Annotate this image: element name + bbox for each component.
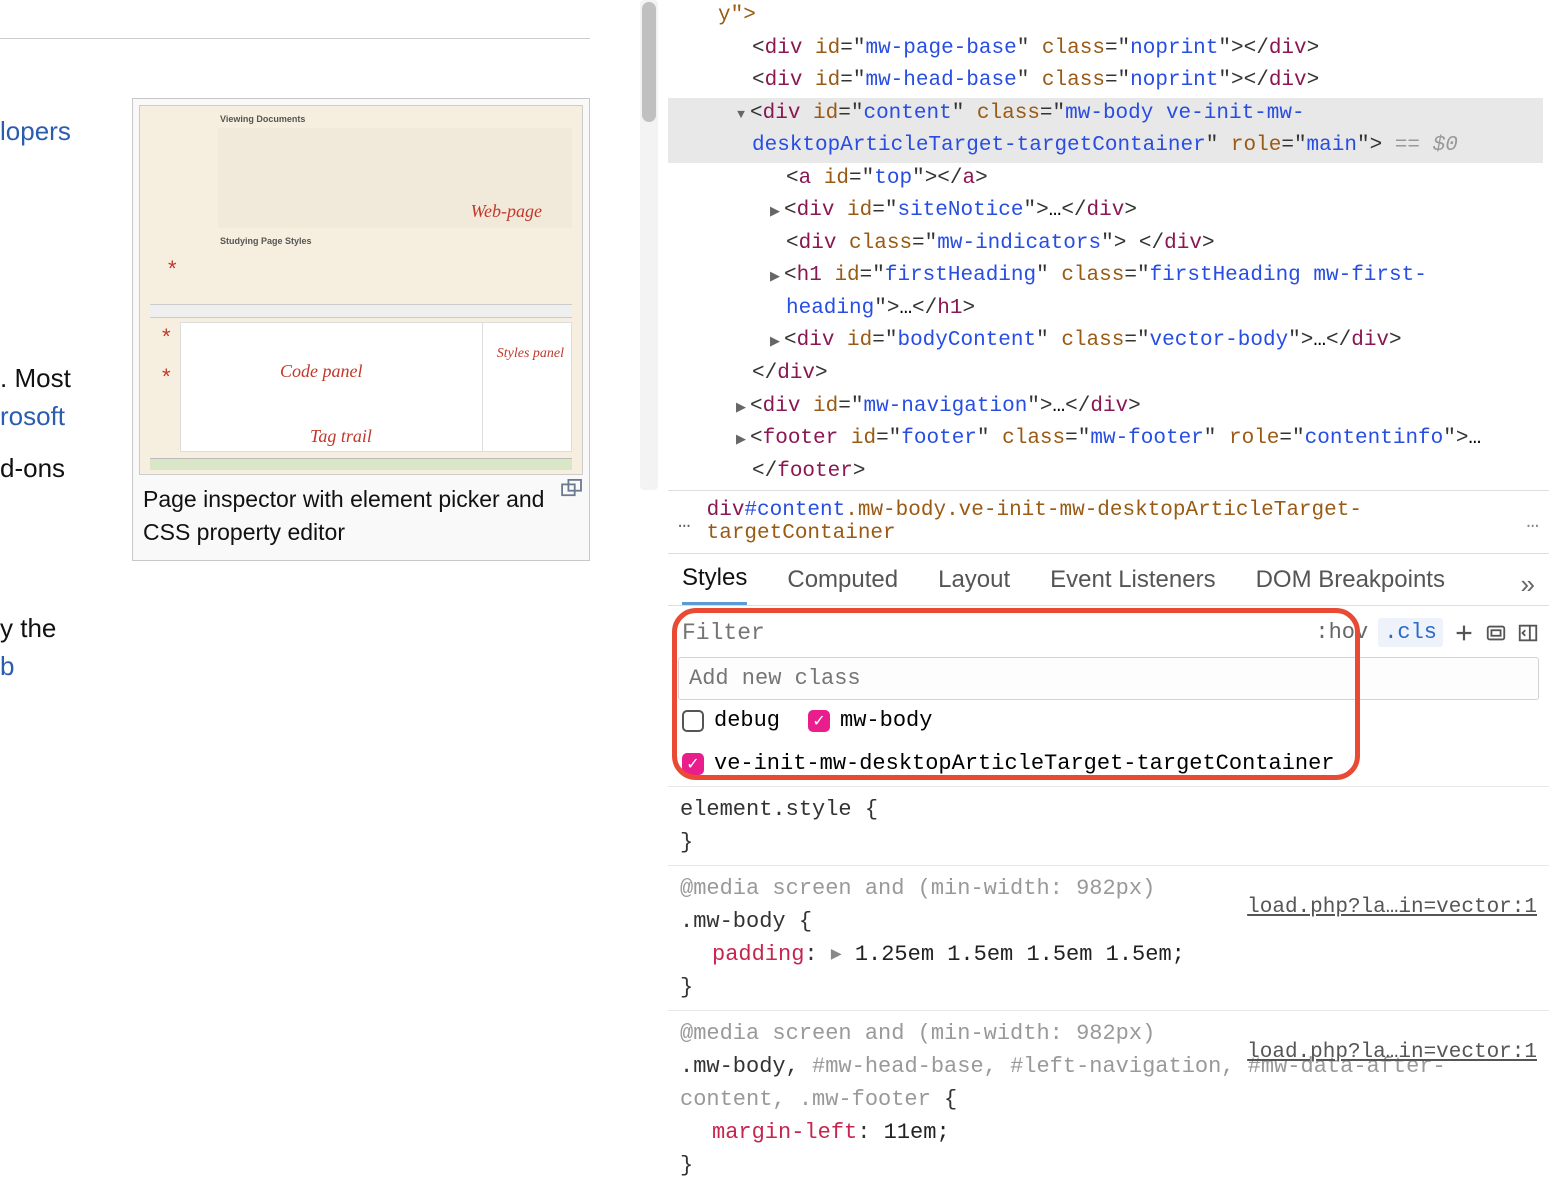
thumbnail-image[interactable]: Viewing Documents Web-page Studying Page…: [139, 105, 583, 475]
article-pane: lopers . Most rosoft d-ons y the b Viewi…: [0, 0, 600, 1131]
styles-filter-row: :hov .cls: [668, 612, 1549, 653]
rule-source-link[interactable]: load.php?la…in=vector:1: [1247, 892, 1537, 924]
styles-tabstrip: Styles Computed Layout Event Listeners D…: [668, 554, 1549, 606]
disclosure-triangle-icon[interactable]: [734, 98, 748, 131]
dom-node[interactable]: <div id="mw-page-base" class="noprint"><…: [668, 33, 1543, 66]
thumb-label-webpage: Web-page: [471, 201, 542, 222]
css-rule[interactable]: load.php?la…in=vector:1@media screen and…: [668, 1010, 1549, 1188]
dom-node[interactable]: <div class="mw-indicators"> </div>: [668, 228, 1543, 261]
scrollbar[interactable]: [640, 0, 658, 490]
shorthand-expand-icon[interactable]: ▶: [831, 945, 842, 966]
thumb-label-stylespanel: Styles panel: [497, 346, 564, 361]
thumb-heading: Studying Page Styles: [220, 236, 312, 247]
tab-event-listeners[interactable]: Event Listeners: [1050, 566, 1215, 604]
dom-node[interactable]: <div id="siteNotice">…</div>: [668, 195, 1543, 228]
css-rule[interactable]: load.php?la…in=vector:1@media screen and…: [668, 865, 1549, 1010]
new-rule-icon[interactable]: [1453, 622, 1475, 644]
breadcrumb-selected[interactable]: div#content.mw-body.ve-init-mw-desktopAr…: [707, 499, 1513, 545]
link-rosoft[interactable]: rosoft: [0, 401, 65, 432]
dom-node[interactable]: </div>: [668, 358, 1543, 391]
computed-layout-icon[interactable]: [1485, 622, 1507, 644]
add-class-row: [678, 657, 1539, 700]
css-rules: element.style {}load.php?la…in=vector:1@…: [668, 786, 1549, 1188]
cls-toggle[interactable]: .cls: [1378, 618, 1443, 647]
asterisk-icon: *: [168, 256, 177, 282]
class-checkboxes: debug ✓ mw-body ✓ ve-init-mw-desktopArticleT…: [668, 704, 1549, 786]
class-checkbox[interactable]: debug: [682, 708, 780, 733]
disclosure-triangle-icon[interactable]: [768, 260, 782, 293]
dom-node[interactable]: <div id="mw-navigation">…</div>: [668, 391, 1543, 424]
dom-node[interactable]: <footer id="footer" class="mw-footer" ro…: [668, 423, 1543, 488]
breadcrumb-id: #content: [744, 499, 845, 522]
sidebar-toggle-icon[interactable]: [1517, 622, 1539, 644]
checkbox-label: debug: [714, 708, 780, 733]
dom-node[interactable]: <a id="top"></a>: [668, 163, 1543, 196]
asterisk-icon: *: [162, 324, 171, 350]
hov-toggle[interactable]: :hov: [1315, 620, 1368, 645]
disclosure-triangle-icon[interactable]: [734, 423, 748, 456]
checkbox-label: ve-init-mw-desktopArticleTarget-targetCo…: [714, 751, 1335, 776]
rule-selector[interactable]: element.style {: [680, 793, 1537, 826]
disclosure-triangle-icon[interactable]: [768, 325, 782, 358]
css-declaration[interactable]: padding: ▶ 1.25em 1.5em 1.5em 1.5em;: [680, 938, 1537, 971]
css-declaration[interactable]: margin-left: 11em;: [680, 1116, 1537, 1149]
dom-node[interactable]: <h1 id="firstHeading" class="firstHeadin…: [668, 260, 1543, 325]
tab-layout[interactable]: Layout: [938, 566, 1010, 604]
link-web[interactable]: b: [0, 651, 14, 682]
thumb-label-codepanel: Code panel: [280, 361, 363, 382]
tab-computed[interactable]: Computed: [787, 566, 898, 604]
checkbox-unchecked-icon[interactable]: [682, 710, 704, 732]
breadcrumb-tag: div: [707, 499, 745, 522]
thumb-styles-panel: [482, 322, 572, 452]
tab-styles[interactable]: Styles: [682, 564, 747, 605]
dom-fragment: y">: [718, 4, 756, 27]
thumb-toolbar: [150, 304, 572, 318]
styles-filter-input[interactable]: [682, 620, 989, 646]
article-fragment: y the: [0, 606, 56, 650]
breadcrumb-overflow-right[interactable]: …: [1526, 511, 1539, 534]
checkbox-checked-icon[interactable]: ✓: [808, 710, 830, 732]
breadcrumb-bar[interactable]: … div#content.mw-body.ve-init-mw-desktop…: [668, 490, 1549, 554]
checkbox-checked-icon[interactable]: ✓: [682, 753, 704, 775]
scrollbar-thumb[interactable]: [642, 2, 656, 122]
article-fragment: . Most: [0, 356, 71, 400]
checkbox-label: mw-body: [840, 708, 932, 733]
add-class-input[interactable]: [679, 658, 1538, 699]
thumb-statusbar: [150, 458, 572, 470]
enlarge-icon[interactable]: [561, 479, 583, 502]
link-developers[interactable]: lopers: [0, 116, 71, 147]
class-checkbox[interactable]: ✓ mw-body: [808, 708, 932, 733]
thumbnail-caption: Page inspector with element picker and C…: [139, 475, 583, 554]
dom-node[interactable]: …<div id="content" class="mw-body ve-ini…: [668, 98, 1543, 163]
article-fragment: d-ons: [0, 446, 65, 490]
styles-pane: :hov .cls debug ✓ mw-body ✓ ve-init-mw-deskt…: [668, 606, 1549, 1188]
disclosure-triangle-icon[interactable]: [734, 391, 748, 424]
tabs-overflow-icon[interactable]: »: [1521, 569, 1535, 600]
class-checkbox[interactable]: ✓ ve-init-mw-desktopArticleTarget-targetC…: [682, 751, 1335, 776]
dom-tree[interactable]: y"> <div id="mw-page-base" class="noprin…: [668, 0, 1549, 490]
asterisk-icon: *: [162, 364, 171, 390]
section-rule: [0, 38, 590, 39]
tab-dom-breakpoints[interactable]: DOM Breakpoints: [1256, 566, 1445, 604]
disclosure-triangle-icon[interactable]: [768, 195, 782, 228]
breadcrumb-overflow[interactable]: …: [678, 511, 693, 534]
thumb-label-tagtrail: Tag trail: [310, 426, 372, 447]
thumb-heading: Viewing Documents: [220, 114, 305, 125]
rule-source-link[interactable]: load.php?la…in=vector:1: [1247, 1037, 1537, 1069]
dom-node[interactable]: <div id="bodyContent" class="vector-body…: [668, 325, 1543, 358]
rule-close: }: [680, 971, 1537, 1004]
dom-node[interactable]: <div id="mw-head-base" class="noprint"><…: [668, 65, 1543, 98]
css-rule[interactable]: element.style {}: [668, 786, 1549, 865]
rule-close: }: [680, 826, 1537, 859]
thumbnail-figure: Viewing Documents Web-page Studying Page…: [132, 98, 590, 561]
devtools-pane: y"> <div id="mw-page-base" class="noprin…: [668, 0, 1549, 1131]
rule-close: }: [680, 1149, 1537, 1182]
